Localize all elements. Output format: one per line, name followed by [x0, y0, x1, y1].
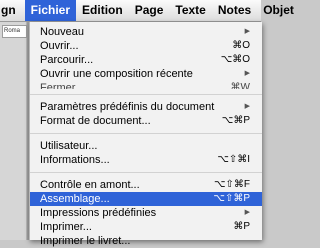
menubar-item-fichier[interactable]: Fichier — [24, 0, 77, 21]
menu-item-label: Ouvrir... — [40, 40, 79, 52]
menu-item-shortcut: ⌥⇧⌘I — [217, 154, 250, 165]
submenu-arrow-icon: ▶ — [244, 103, 250, 110]
font-name-field[interactable]: Roma — [2, 25, 27, 38]
menu-item-ouvrir-recente[interactable]: Ouvrir une composition récente ▶ — [30, 67, 262, 81]
menubar-item-page[interactable]: Page — [129, 0, 170, 21]
menu-item-label: Assemblage... — [40, 193, 110, 205]
menu-item-label: Paramètres prédéfinis du document — [40, 101, 215, 113]
menu-item-shortcut: ⌘O — [232, 40, 250, 51]
menubar-item-texte[interactable]: Texte — [169, 0, 211, 21]
submenu-arrow-icon: ▶ — [244, 70, 250, 77]
menu-item-shortcut: ⌥⇧⌘F — [213, 179, 250, 190]
submenu-arrow-icon: ▶ — [244, 28, 250, 35]
menu-item-imprimer[interactable]: Imprimer... ⌘P — [30, 220, 262, 234]
menu-item-format-document[interactable]: Format de document... ⌥⌘P — [30, 114, 262, 128]
menu-item-label: Parcourir... — [40, 54, 94, 66]
menu-item-ouvrir[interactable]: Ouvrir... ⌘O — [30, 39, 262, 53]
menu-item-nouveau[interactable]: Nouveau ▶ — [30, 25, 262, 39]
menu-item-parcourir[interactable]: Parcourir... ⌥⌘O — [30, 53, 262, 67]
menu-item-fermer[interactable]: Fermer ⌘W — [30, 81, 262, 89]
menu-item-label: Ouvrir une composition récente — [40, 68, 193, 80]
menu-item-shortcut: ⌥⌘P — [221, 115, 250, 126]
menu-separator — [30, 133, 262, 134]
menubar-item-objet[interactable]: Objet — [257, 0, 300, 21]
menu-item-assemblage[interactable]: Assemblage... ⌥⇧⌘P — [30, 192, 262, 206]
submenu-arrow-icon: ▶ — [244, 209, 250, 216]
menu-item-informations[interactable]: Informations... ⌥⇧⌘I — [30, 153, 262, 167]
fichier-menu: Nouveau ▶ Ouvrir... ⌘O Parcourir... ⌥⌘O … — [29, 22, 262, 247]
menubar-item-notes[interactable]: Notes — [212, 0, 257, 21]
menu-item-shortcut: ⌥⌘O — [220, 54, 250, 65]
menu-item-label: Contrôle en amont... — [40, 179, 140, 191]
menu-item-label: Imprimer... — [40, 221, 92, 233]
menu-item-label: Format de document... — [40, 115, 151, 127]
background-toolbar: Roma — [0, 22, 27, 240]
menu-item-shortcut: ⌥⇧⌘P — [213, 193, 250, 204]
menu-item-label: Imprimer le livret... — [40, 235, 131, 247]
menu-item-label: Informations... — [40, 154, 110, 166]
menu-item-impressions-predefinies[interactable]: Impressions prédéfinies ▶ — [30, 206, 262, 220]
menu-item-shortcut: ⌘W — [230, 82, 250, 89]
menu-item-label: Utilisateur... — [40, 140, 98, 152]
menu-item-controle-amont[interactable]: Contrôle en amont... ⌥⇧⌘F — [30, 178, 262, 192]
menu-item-utilisateur[interactable]: Utilisateur... — [30, 139, 262, 153]
menu-item-label: Nouveau — [40, 26, 85, 38]
menubar-item-design[interactable]: gn — [0, 0, 25, 21]
menu-separator — [30, 172, 262, 173]
menu-item-label: Fermer — [40, 82, 76, 89]
menu-item-shortcut: ⌘P — [233, 221, 250, 232]
menu-separator — [30, 94, 262, 95]
menu-item-imprimer-livret[interactable]: Imprimer le livret... — [30, 234, 262, 248]
menubar-item-edition[interactable]: Edition — [76, 0, 129, 21]
menu-item-label: Impressions prédéfinies — [40, 207, 157, 219]
menu-item-parametres-predefinis[interactable]: Paramètres prédéfinis du document ▶ — [30, 100, 262, 114]
menu-bar: gn Fichier Edition Page Texte Notes Obje… — [0, 0, 294, 22]
